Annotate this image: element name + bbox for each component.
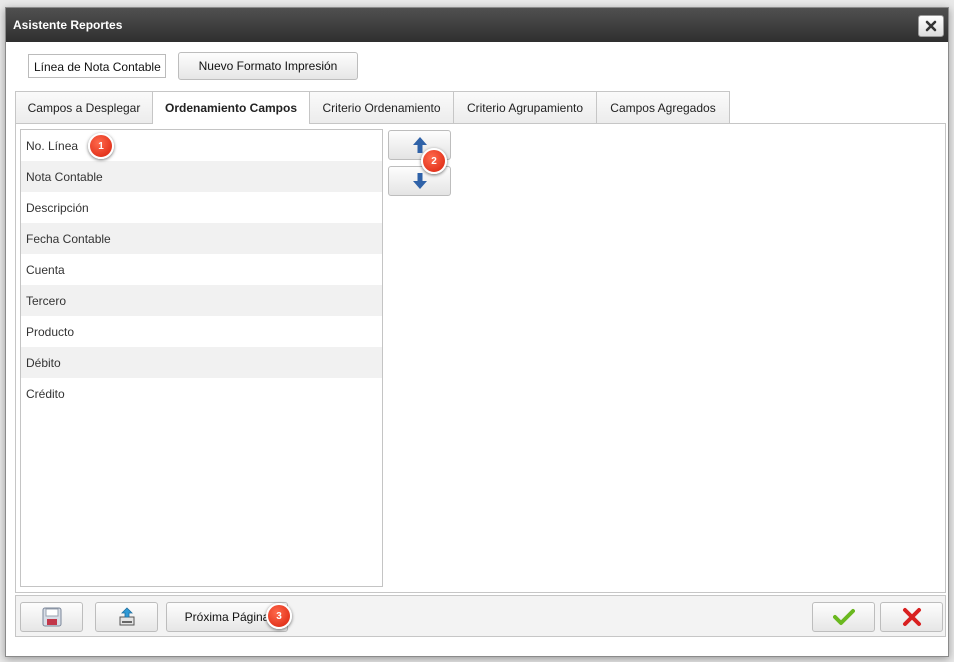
export-button[interactable] <box>95 602 158 632</box>
callout-marker-3: 3 <box>266 603 292 629</box>
list-item[interactable]: Débito <box>21 347 382 378</box>
list-item[interactable]: Crédito <box>21 378 382 409</box>
cancel-button[interactable] <box>880 602 943 632</box>
list-item[interactable]: Tercero <box>21 285 382 316</box>
accept-button[interactable] <box>812 602 875 632</box>
close-icon <box>925 20 937 32</box>
report-wizard-dialog: Asistente Reportes Línea de Nota Contabl… <box>5 7 949 657</box>
list-item[interactable]: Descripción <box>21 192 382 223</box>
callout-marker-1: 1 <box>88 133 114 159</box>
export-icon <box>119 607 134 626</box>
cancel-x-icon <box>902 608 921 626</box>
list-item[interactable]: No. Línea <box>21 130 382 161</box>
tab-campos-a-desplegar[interactable]: Campos a Desplegar <box>15 91 153 123</box>
list-item[interactable]: Nota Contable <box>21 161 382 192</box>
tab-content-panel: No. Línea Nota Contable Descripción Fech… <box>15 123 946 593</box>
list-item[interactable]: Cuenta <box>21 254 382 285</box>
arrow-down-icon <box>412 173 427 189</box>
list-item[interactable]: Producto <box>21 316 382 347</box>
close-button[interactable] <box>918 15 944 37</box>
tab-campos-agregados[interactable]: Campos Agregados <box>596 91 730 123</box>
save-icon <box>42 607 61 627</box>
tab-ordenamiento-campos[interactable]: Ordenamiento Campos <box>152 91 310 124</box>
tab-criterio-ordenamiento[interactable]: Criterio Ordenamiento <box>309 91 454 123</box>
sort-fields-list[interactable]: No. Línea Nota Contable Descripción Fech… <box>20 129 383 587</box>
dialog-footer: Próxima Página <box>15 595 946 637</box>
dialog-titlebar: Asistente Reportes <box>6 8 948 42</box>
new-format-button[interactable]: Nuevo Formato Impresión <box>178 52 358 80</box>
dialog-title: Asistente Reportes <box>13 18 123 32</box>
checkmark-icon <box>832 609 855 625</box>
save-button[interactable] <box>20 602 83 632</box>
report-type-field[interactable]: Línea de Nota Contable <box>28 54 166 78</box>
callout-marker-2: 2 <box>421 148 447 174</box>
tab-criterio-agrupamiento[interactable]: Criterio Agrupamiento <box>453 91 597 123</box>
list-item[interactable]: Fecha Contable <box>21 223 382 254</box>
